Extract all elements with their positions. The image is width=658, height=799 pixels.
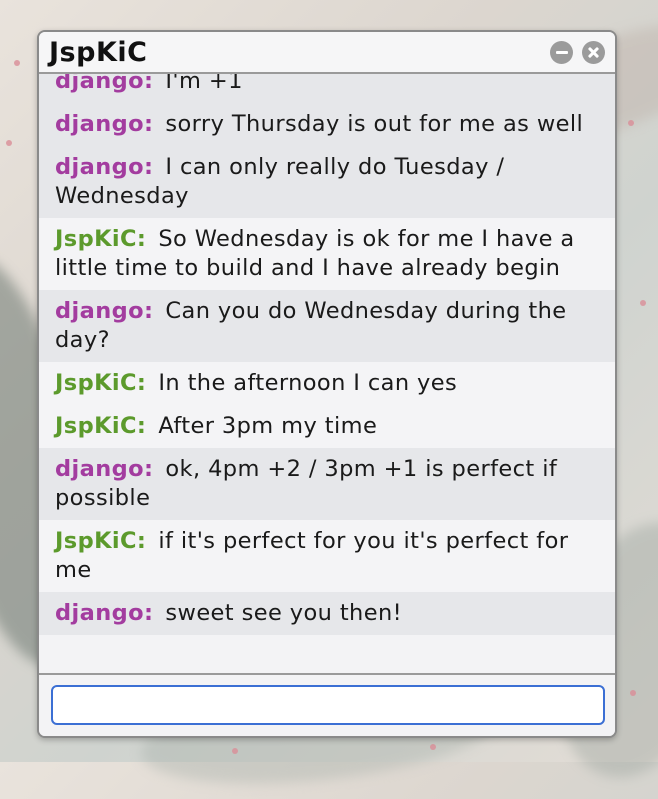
message-item: django: Can you do Wednesday during the d… bbox=[39, 290, 615, 362]
message-sender: JspKiC: bbox=[55, 226, 147, 252]
background-blossom bbox=[232, 748, 238, 754]
background-blossom bbox=[430, 744, 436, 750]
message-text: In the afternoon I can yes bbox=[158, 370, 458, 396]
background-blossom bbox=[14, 60, 20, 66]
message-sender: django: bbox=[55, 456, 154, 482]
message-text: I'm +1 bbox=[165, 72, 243, 94]
message-item: JspKiC: In the afternoon I can yes bbox=[39, 362, 615, 405]
message-item: django: I'm +1 bbox=[39, 72, 615, 103]
background-blossom bbox=[630, 690, 636, 696]
background-blossom bbox=[628, 120, 634, 126]
close-button[interactable] bbox=[582, 40, 605, 64]
message-item: django: ok, 4pm +2 / 3pm +1 is perfect if… bbox=[39, 448, 615, 520]
message-sender: JspKiC: bbox=[55, 413, 147, 439]
message-text: sweet see you then! bbox=[165, 600, 403, 626]
message-sender: django: bbox=[55, 154, 154, 180]
minimize-button[interactable] bbox=[550, 40, 573, 64]
chat-window: JspKiC django: I'm +1 django: sorry Thursd… bbox=[37, 30, 617, 738]
message-item: django: I can only really do Tuesday / We… bbox=[39, 146, 615, 218]
message-sender: JspKiC: bbox=[55, 528, 147, 554]
message-item: django: sweet see you then! bbox=[39, 592, 615, 635]
minus-circle-icon bbox=[550, 41, 573, 64]
message-item: JspKiC: if it's perfect for you it's perf… bbox=[39, 520, 615, 592]
message-sender: django: bbox=[55, 111, 154, 137]
message-sender: django: bbox=[55, 298, 154, 324]
background-blossom bbox=[6, 140, 12, 146]
chat-title: JspKiC bbox=[49, 36, 148, 68]
message-input[interactable] bbox=[51, 685, 605, 725]
message-text: After 3pm my time bbox=[158, 413, 378, 439]
background-blossom bbox=[640, 300, 646, 306]
message-text: sorry Thursday is out for me as well bbox=[165, 111, 584, 137]
message-item: django: sorry Thursday is out for me as w… bbox=[39, 103, 615, 146]
message-item: JspKiC: So Wednesday is ok for me I have … bbox=[39, 218, 615, 290]
chat-titlebar[interactable]: JspKiC bbox=[39, 32, 615, 74]
message-input-area bbox=[39, 673, 615, 736]
message-list[interactable]: django: I'm +1 django: sorry Thursday is o… bbox=[39, 72, 615, 675]
message-sender: django: bbox=[55, 72, 154, 94]
message-sender: JspKiC: bbox=[55, 370, 147, 396]
close-circle-icon bbox=[582, 41, 605, 64]
message-item: JspKiC: After 3pm my time bbox=[39, 405, 615, 448]
message-sender: django: bbox=[55, 600, 154, 626]
